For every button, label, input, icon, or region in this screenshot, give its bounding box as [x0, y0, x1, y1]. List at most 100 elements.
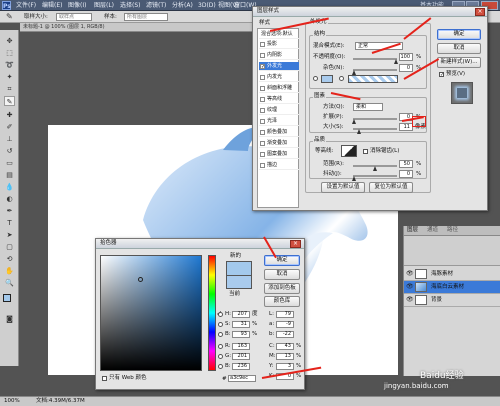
brush-tool-icon[interactable]: ✐: [4, 122, 15, 132]
h-radio[interactable]: [218, 312, 223, 317]
b2-radio[interactable]: [218, 364, 223, 369]
ok-button[interactable]: 确定: [437, 29, 481, 40]
menu-filter[interactable]: 滤镜(T): [146, 1, 166, 10]
crop-tool-icon[interactable]: ⌗: [4, 84, 15, 94]
contour-picker[interactable]: [341, 145, 357, 157]
web-colors-checkbox[interactable]: [102, 376, 107, 381]
sample-size-select[interactable]: 取样点: [56, 13, 92, 21]
spread-slider[interactable]: [353, 118, 397, 120]
quick-mask-icon[interactable]: ◙: [4, 314, 15, 324]
b2-field[interactable]: 236: [232, 363, 250, 370]
b3-field[interactable]: -22: [276, 331, 294, 338]
cancel-button[interactable]: 取消: [264, 269, 300, 280]
effect-item[interactable]: 颜色叠加: [259, 128, 299, 137]
layer-row[interactable]: 👁 海底白云素材: [404, 281, 500, 294]
shape-tool-icon[interactable]: ▢: [4, 242, 15, 252]
visibility-eye-icon[interactable]: 👁: [406, 271, 414, 277]
color-picker-titlebar[interactable]: 拾色器 ×: [96, 239, 304, 249]
preview-checkbox[interactable]: ✓: [439, 72, 444, 78]
layer-style-titlebar[interactable]: 图层样式 ×: [253, 7, 487, 17]
clone-stamp-tool-icon[interactable]: ⊥: [4, 134, 15, 144]
menu-analysis[interactable]: 分析(A): [172, 1, 193, 10]
r-radio[interactable]: [218, 344, 223, 349]
path-selection-tool-icon[interactable]: ➤: [4, 230, 15, 240]
y-field[interactable]: 3: [276, 363, 294, 370]
effect-item[interactable]: 描边: [259, 161, 299, 170]
effect-checkbox[interactable]: [260, 163, 265, 168]
effect-item[interactable]: 渐变叠加: [259, 139, 299, 148]
effect-item[interactable]: 光泽: [259, 117, 299, 126]
hand-tool-icon[interactable]: ✋: [4, 266, 15, 276]
g-field[interactable]: 201: [232, 353, 250, 360]
effect-checkbox[interactable]: [260, 53, 265, 58]
size-slider[interactable]: [353, 128, 397, 130]
blur-tool-icon[interactable]: 💧: [4, 182, 15, 192]
effect-checkbox[interactable]: [260, 108, 265, 113]
gradient-tool-icon[interactable]: ▤: [4, 170, 15, 180]
glow-gradient-picker[interactable]: [348, 75, 398, 83]
color-field-cursor[interactable]: [138, 277, 143, 282]
current-color-swatch[interactable]: [226, 275, 252, 289]
effect-item[interactable]: 图案叠加: [259, 150, 299, 159]
c-field[interactable]: 43: [276, 343, 294, 350]
blending-options-item[interactable]: 混合选项:默认: [259, 30, 299, 39]
effect-checkbox[interactable]: [260, 152, 265, 157]
effect-item[interactable]: ✓ 外发光: [259, 62, 299, 71]
effect-checkbox[interactable]: [260, 42, 265, 47]
r-field[interactable]: 163: [232, 343, 250, 350]
new-style-button[interactable]: 新建样式(W)...: [437, 57, 481, 68]
effect-checkbox[interactable]: [260, 75, 265, 80]
marquee-tool-icon[interactable]: ⬚: [4, 48, 15, 58]
s-radio[interactable]: [218, 322, 223, 327]
range-field[interactable]: 50: [399, 160, 413, 168]
s-field[interactable]: 31: [232, 321, 250, 328]
color-field[interactable]: [100, 255, 202, 371]
g-radio[interactable]: [218, 354, 223, 359]
tab-layers[interactable]: 图层: [407, 227, 418, 234]
layer-row[interactable]: 👁 背景: [404, 294, 500, 307]
3d-rotate-tool-icon[interactable]: ⟲: [4, 254, 15, 264]
effect-checkbox[interactable]: [260, 141, 265, 146]
effect-checkbox[interactable]: [260, 86, 265, 91]
zoom-level[interactable]: 100%: [4, 398, 20, 405]
document-tab[interactable]: 未标题-1 @ 100% (图层 1, RGB/8): [20, 23, 260, 32]
effect-checkbox[interactable]: ✓: [260, 64, 265, 70]
antialias-checkbox[interactable]: [363, 149, 368, 154]
b-radio[interactable]: [218, 332, 223, 337]
sample-layers-select[interactable]: 所有图层: [124, 13, 168, 21]
eyedropper-tool-icon[interactable]: ✎: [4, 96, 15, 106]
effect-item[interactable]: 斜面和浮雕: [259, 84, 299, 93]
menu-edit[interactable]: 编辑(E): [42, 1, 62, 10]
menu-select[interactable]: 选择(S): [120, 1, 141, 10]
effect-checkbox[interactable]: [260, 97, 265, 102]
magic-wand-tool-icon[interactable]: ✦: [4, 72, 15, 82]
dodge-tool-icon[interactable]: ◐: [4, 194, 15, 204]
move-tool-icon[interactable]: ✥: [4, 36, 15, 46]
effect-item[interactable]: 投影: [259, 40, 299, 49]
tab-paths[interactable]: 路径: [447, 227, 458, 234]
add-to-swatches-button[interactable]: 添加到色板: [264, 283, 300, 294]
layer-row[interactable]: 👁 海豚素材: [404, 268, 500, 281]
effect-item[interactable]: 内发光: [259, 73, 299, 82]
visibility-eye-icon[interactable]: 👁: [406, 284, 414, 290]
visibility-eye-icon[interactable]: 👁: [406, 297, 414, 303]
zoom-tool-icon[interactable]: 🔍: [4, 278, 15, 288]
reset-default-button[interactable]: 复位为默认值: [369, 182, 413, 193]
b-field[interactable]: 93: [232, 331, 250, 338]
a-field[interactable]: -9: [276, 321, 294, 328]
h-field[interactable]: 207: [232, 311, 250, 318]
color-libraries-button[interactable]: 颜色库: [264, 296, 300, 307]
menu-image[interactable]: 图像(I): [68, 1, 86, 10]
menu-layer[interactable]: 图层(L): [94, 1, 114, 10]
jitter-field[interactable]: 0: [399, 170, 413, 178]
lasso-tool-icon[interactable]: ➰: [4, 60, 15, 70]
close-icon[interactable]: ×: [290, 240, 301, 248]
hex-field[interactable]: a3c9ec: [228, 375, 256, 382]
effect-item[interactable]: 纹理: [259, 106, 299, 115]
effect-item[interactable]: 内阴影: [259, 51, 299, 60]
effect-checkbox[interactable]: [260, 119, 265, 124]
tab-channels[interactable]: 通道: [427, 227, 438, 234]
size-field[interactable]: 11: [399, 123, 413, 131]
set-default-button[interactable]: 设置为默认值: [321, 182, 365, 193]
opacity-field[interactable]: 100: [399, 53, 413, 61]
